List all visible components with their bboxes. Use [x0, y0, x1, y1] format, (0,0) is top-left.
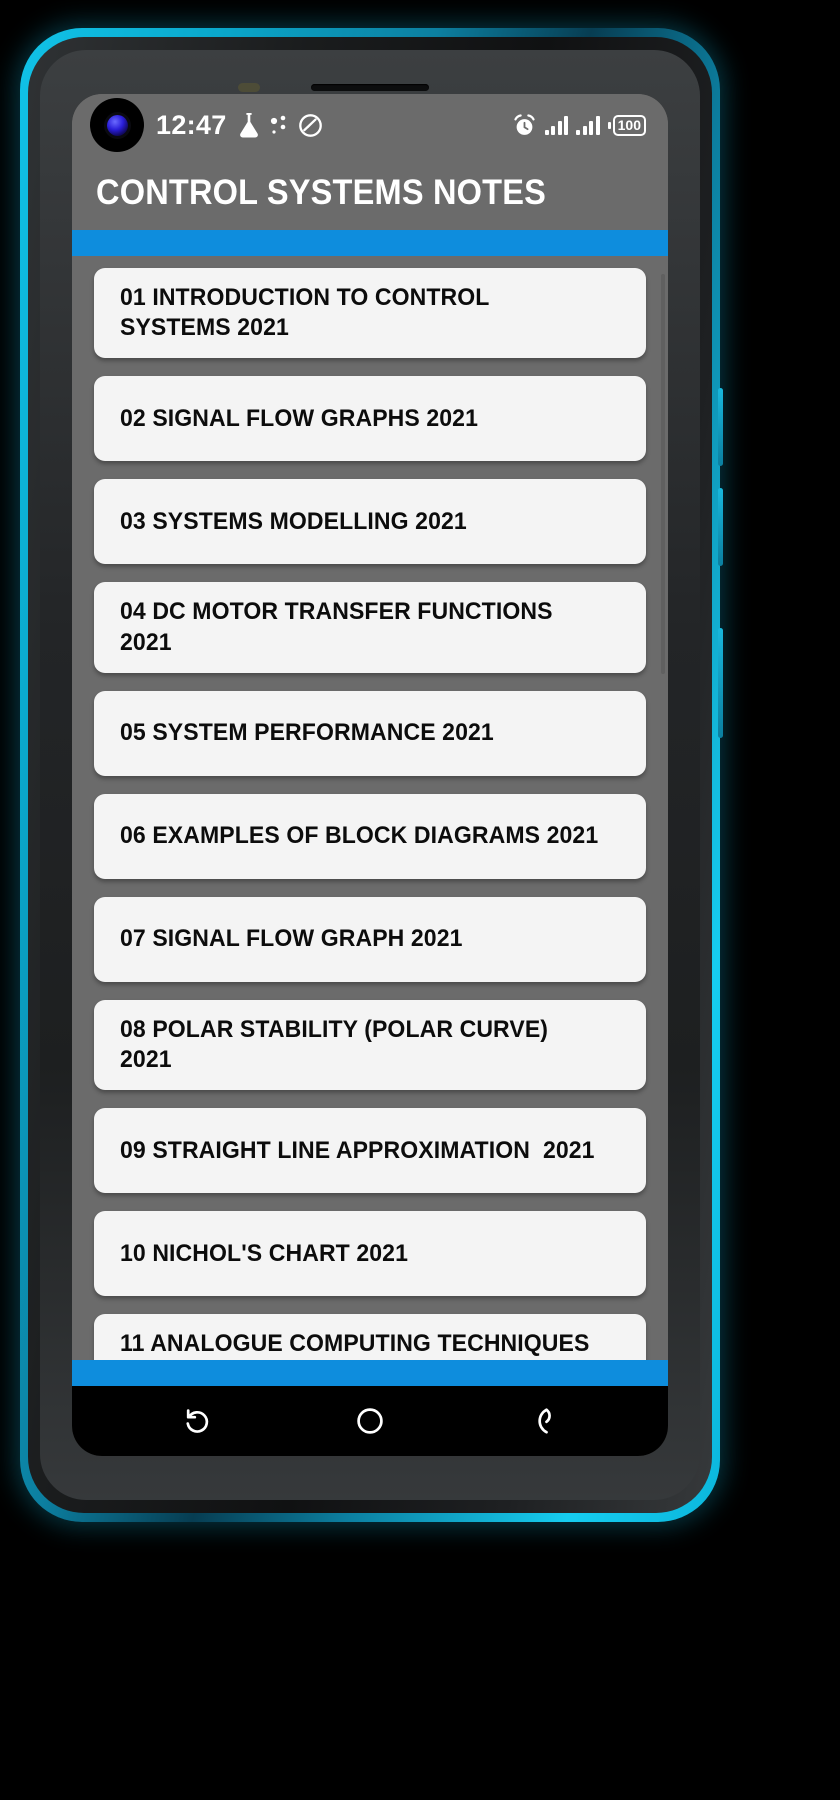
recents-button[interactable]: [161, 1395, 235, 1447]
note-list-item[interactable]: 08 POLAR STABILITY (POLAR CURVE) 2021: [94, 999, 646, 1091]
note-list-item[interactable]: 01 INTRODUCTION TO CONTROL SYSTEMS 2021: [94, 268, 646, 359]
bottom-accent-divider: [72, 1360, 668, 1386]
note-list-item-label: 01 INTRODUCTION TO CONTROL SYSTEMS 2021: [120, 284, 496, 342]
note-list-item[interactable]: 02 SIGNAL FLOW GRAPHS 2021: [94, 376, 646, 462]
app-title-bar: CONTROL SYSTEMS NOTES: [72, 156, 668, 230]
proximity-sensor: [238, 83, 260, 92]
note-list-item-label: 04 DC MOTOR TRANSFER FUNCTIONS 2021: [120, 598, 566, 656]
note-list-item-label: 02 SIGNAL FLOW GRAPHS 2021: [120, 404, 479, 432]
status-bar-right-group: 100: [512, 113, 646, 138]
power-button[interactable]: [718, 628, 723, 738]
note-list-item-label: 07 SIGNAL FLOW GRAPH 2021: [120, 925, 463, 953]
alarm-clock-icon: [512, 113, 537, 138]
note-list-item-label: 03 SYSTEMS MODELLING 2021: [120, 507, 467, 535]
note-list-item[interactable]: 04 DC MOTOR TRANSFER FUNCTIONS 2021: [94, 582, 646, 673]
note-list-item-label: 11 ANALOGUE COMPUTING TECHNIQUES AND SYS…: [120, 1330, 590, 1358]
battery-icon: 100: [607, 114, 646, 136]
camera-punch-hole-icon: [90, 98, 144, 152]
note-list-item-label: 08 POLAR STABILITY (POLAR CURVE) 2021: [120, 1015, 555, 1074]
battery-level-label: 100: [612, 114, 646, 136]
note-list-item[interactable]: 05 SYSTEM PERFORMANCE 2021: [94, 690, 646, 776]
signal-bars-sim2-icon: [576, 115, 600, 135]
app-root: 12:47 100 CONTROL SYSTEMS NOTES 01 INTRO…: [72, 94, 668, 1456]
battery-tip: [607, 121, 611, 129]
note-list-item[interactable]: 07 SIGNAL FLOW GRAPH 2021: [94, 896, 646, 982]
volume-down-button[interactable]: [718, 488, 723, 566]
flask-icon: [238, 112, 260, 138]
note-list-item[interactable]: 11 ANALOGUE COMPUTING TECHNIQUES AND SYS…: [94, 1314, 646, 1360]
note-list-item[interactable]: 03 SYSTEMS MODELLING 2021: [94, 479, 646, 565]
earpiece-speaker: [311, 84, 429, 91]
device-screen: 12:47 100 CONTROL SYSTEMS NOTES 01 INTRO…: [72, 94, 668, 1456]
status-bar-clock: 12:47: [156, 109, 227, 140]
android-navigation-bar: [72, 1386, 668, 1456]
volume-up-button[interactable]: [718, 388, 723, 466]
do-not-disturb-icon: [298, 113, 323, 138]
signal-bars-sim1-icon: [544, 115, 569, 135]
phone-device-frame: 12:47 100 CONTROL SYSTEMS NOTES 01 INTRO…: [20, 28, 723, 1522]
note-list-item-label: 09 STRAIGHT LINE APPROXIMATION 2021: [120, 1136, 595, 1164]
notes-list: 01 INTRODUCTION TO CONTROL SYSTEMS 2021 0…: [72, 268, 668, 1360]
note-list-item[interactable]: 09 STRAIGHT LINE APPROXIMATION 2021: [94, 1108, 646, 1194]
camera-lens: [106, 114, 128, 136]
note-list-item[interactable]: 06 EXAMPLES OF BLOCK DIAGRAMS 2021: [94, 793, 646, 879]
note-list-item[interactable]: 10 NICHOL'S CHART 2021: [94, 1211, 646, 1297]
scrollbar-thumb[interactable]: [661, 274, 665, 674]
note-list-item-label: 06 EXAMPLES OF BLOCK DIAGRAMS 2021: [120, 822, 599, 850]
device-bezel: 12:47 100 CONTROL SYSTEMS NOTES 01 INTRO…: [40, 50, 700, 1500]
braille-dots-icon: [269, 113, 289, 137]
home-button[interactable]: [333, 1395, 407, 1447]
top-accent-divider: [72, 230, 668, 256]
back-button[interactable]: [505, 1395, 579, 1447]
note-list-item-label: 05 SYSTEM PERFORMANCE 2021: [120, 719, 494, 747]
status-bar: 12:47 100: [72, 94, 668, 156]
notes-list-scroll-area[interactable]: 01 INTRODUCTION TO CONTROL SYSTEMS 2021 0…: [72, 256, 668, 1360]
note-list-item-label: 10 NICHOL'S CHART 2021: [120, 1239, 408, 1267]
page-title: CONTROL SYSTEMS NOTES: [96, 173, 547, 212]
status-bar-left-group: 12:47: [90, 98, 323, 152]
